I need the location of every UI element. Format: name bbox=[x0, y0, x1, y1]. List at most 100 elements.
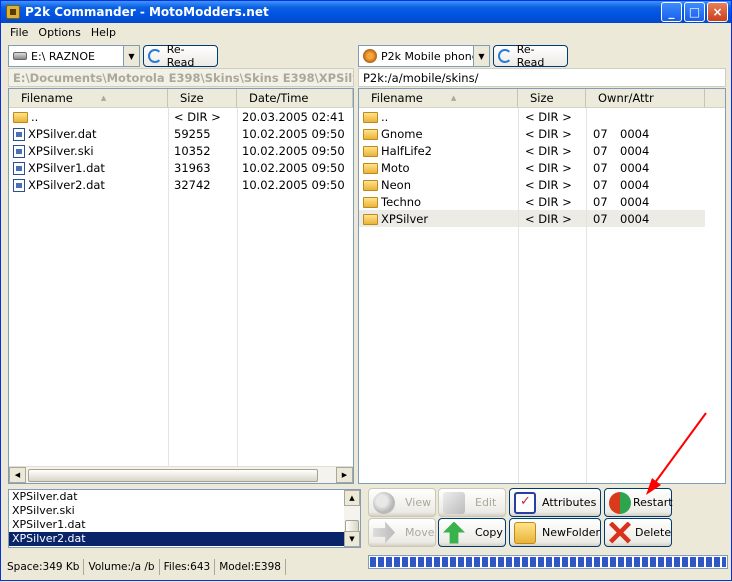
move-button[interactable]: Move bbox=[368, 518, 436, 547]
list-item[interactable]: XPSilver2.dat bbox=[9, 532, 344, 546]
restart-button[interactable]: Restart bbox=[604, 488, 673, 517]
file-date: 10.02.2005 09:50 bbox=[242, 143, 345, 158]
left-reread-button[interactable]: Re-Read bbox=[143, 43, 218, 69]
maximize-button[interactable]: □ bbox=[684, 2, 705, 22]
right-file-list[interactable]: Filename ▲ Size Ownr/Attr .. < DIR > Gnome <… bbox=[358, 88, 726, 484]
folder-owner: 07 bbox=[593, 177, 608, 192]
right-col-owner-attr[interactable]: Ownr/Attr bbox=[586, 89, 705, 107]
progress-bar bbox=[368, 555, 728, 569]
right-reread-label: Re-Read bbox=[516, 43, 545, 69]
attributes-button[interactable]: Attributes bbox=[509, 488, 601, 517]
edit-button[interactable]: Edit bbox=[438, 488, 506, 517]
left-path: E:\Documents\Motorola E398\Skins\Skins E… bbox=[8, 68, 354, 87]
file-size: < DIR > bbox=[174, 109, 221, 124]
file-date: 10.02.2005 09:50 bbox=[242, 126, 345, 141]
minimize-button[interactable]: _ bbox=[661, 2, 682, 22]
menu-options[interactable]: Options bbox=[33, 26, 85, 39]
file-name: XPSilver2.dat bbox=[28, 177, 105, 192]
scroll-right-icon[interactable]: ▶ bbox=[336, 467, 353, 483]
scroll-up-icon[interactable]: ▲ bbox=[344, 490, 360, 506]
chevron-down-icon[interactable]: ▼ bbox=[473, 46, 489, 66]
table-row[interactable]: XPSilver1.dat 31963 10.02.2005 09:50 bbox=[9, 159, 353, 176]
folder-size: < DIR > bbox=[525, 126, 572, 141]
menu-bar: File Options Help bbox=[1, 23, 731, 42]
folder-attr: 0004 bbox=[620, 126, 650, 141]
left-col-filename[interactable]: Filename ▲ bbox=[9, 89, 168, 107]
scroll-left-icon[interactable]: ◀ bbox=[9, 467, 26, 483]
folder-icon bbox=[363, 213, 378, 225]
progress-fill bbox=[370, 557, 726, 567]
left-col-date[interactable]: Date/Time bbox=[237, 89, 353, 107]
right-reread-button[interactable]: Re-Read bbox=[493, 43, 568, 69]
file-icon bbox=[13, 127, 25, 141]
table-row[interactable]: Gnome < DIR > 07 0004 bbox=[359, 125, 705, 142]
folder-owner: 07 bbox=[593, 211, 608, 226]
pencil-icon bbox=[443, 491, 465, 514]
folder-attr: 0004 bbox=[620, 177, 650, 192]
folder-icon bbox=[514, 521, 536, 544]
delete-icon bbox=[609, 521, 631, 544]
app-window: P2k Commander - MotoModders.net _ □ × Fi… bbox=[0, 0, 732, 581]
history-list[interactable]: XPSilver.dat XPSilver.ski XPSilver1.dat XPS… bbox=[8, 489, 361, 548]
folder-size: < DIR > bbox=[525, 109, 572, 124]
status-model: Model:E398 bbox=[215, 559, 286, 575]
right-device-value: P2k Mobile phone bbox=[381, 49, 473, 63]
arrow-right-icon bbox=[373, 521, 395, 544]
close-button[interactable]: × bbox=[707, 2, 728, 22]
list-item[interactable]: XPSilver.dat bbox=[9, 490, 344, 504]
copy-button[interactable]: Copy bbox=[438, 518, 506, 547]
left-hscrollbar[interactable]: ◀ ▶ bbox=[9, 466, 353, 483]
hard-drive-icon bbox=[13, 52, 27, 60]
table-row[interactable]: .. < DIR > 20.03.2005 02:41 bbox=[9, 108, 353, 125]
folder-name: .. bbox=[381, 109, 389, 124]
folder-name: XPSilver bbox=[381, 211, 429, 226]
table-row[interactable]: Neon < DIR > 07 0004 bbox=[359, 176, 705, 193]
folder-icon bbox=[363, 111, 378, 123]
chevron-down-icon[interactable]: ▼ bbox=[123, 46, 139, 66]
folder-icon bbox=[363, 145, 378, 157]
history-vscrollbar[interactable]: ▲ ▼ bbox=[344, 490, 360, 547]
view-button[interactable]: View bbox=[368, 488, 436, 517]
table-row[interactable]: XPSilver2.dat 32742 10.02.2005 09:50 bbox=[9, 176, 353, 193]
folder-name: Neon bbox=[381, 177, 412, 192]
title-bar[interactable]: P2k Commander - MotoModders.net _ □ × bbox=[1, 1, 731, 23]
folder-attr: 0004 bbox=[620, 194, 650, 209]
left-drive-select[interactable]: E:\ RAZNOE ▼ bbox=[8, 45, 140, 67]
table-row[interactable]: .. < DIR > bbox=[359, 108, 705, 125]
right-device-select[interactable]: P2k Mobile phone ▼ bbox=[358, 45, 490, 67]
menu-help[interactable]: Help bbox=[86, 26, 121, 39]
file-icon bbox=[13, 161, 25, 175]
table-row[interactable]: HalfLife2 < DIR > 07 0004 bbox=[359, 142, 705, 159]
table-row[interactable]: Techno < DIR > 07 0004 bbox=[359, 193, 705, 210]
folder-icon bbox=[13, 111, 28, 123]
scroll-thumb[interactable] bbox=[28, 469, 318, 482]
folder-name: Techno bbox=[381, 194, 422, 209]
list-item[interactable]: XPSilver1.dat bbox=[9, 518, 344, 532]
file-name: XPSilver.ski bbox=[28, 143, 94, 158]
folder-owner: 07 bbox=[593, 194, 608, 209]
file-name: .. bbox=[31, 109, 39, 124]
menu-file[interactable]: File bbox=[5, 26, 33, 39]
table-row[interactable]: Moto < DIR > 07 0004 bbox=[359, 159, 705, 176]
magnifier-icon bbox=[373, 491, 395, 514]
right-col-filename[interactable]: Filename ▲ bbox=[359, 89, 518, 107]
file-size: 59255 bbox=[174, 126, 211, 141]
status-files: Files:643 bbox=[160, 559, 216, 575]
table-row[interactable]: XPSilver.ski 10352 10.02.2005 09:50 bbox=[9, 142, 353, 159]
right-col-size[interactable]: Size bbox=[518, 89, 586, 107]
left-file-list[interactable]: Filename ▲ Size Date/Time .. < DIR > 20.03.… bbox=[8, 88, 354, 484]
scroll-down-icon[interactable]: ▼ bbox=[344, 531, 360, 547]
delete-button[interactable]: Delete bbox=[604, 518, 672, 547]
file-icon bbox=[13, 178, 25, 192]
list-item[interactable]: XPSilver.ski bbox=[9, 504, 344, 518]
folder-name: HalfLife2 bbox=[381, 143, 432, 158]
file-size: 32742 bbox=[174, 177, 211, 192]
table-row[interactable]: XPSilver.dat 59255 10.02.2005 09:50 bbox=[9, 125, 353, 142]
sort-arrow-icon: ▲ bbox=[100, 94, 107, 102]
folder-icon bbox=[363, 128, 378, 140]
file-icon bbox=[13, 144, 25, 158]
left-col-size[interactable]: Size bbox=[168, 89, 237, 107]
newfolder-button[interactable]: NewFolder bbox=[509, 518, 601, 547]
table-row[interactable]: XPSilver < DIR > 07 0004 bbox=[359, 210, 705, 227]
file-name: XPSilver.dat bbox=[28, 126, 97, 141]
